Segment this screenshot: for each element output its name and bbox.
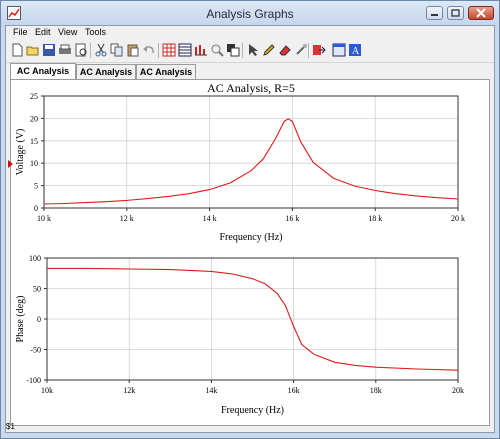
window-icon[interactable] xyxy=(332,43,346,57)
menu-edit[interactable]: Edit xyxy=(35,27,51,37)
analysis-window: Analysis Graphs File Edit View Tools A A… xyxy=(0,0,500,439)
menu-file[interactable]: File xyxy=(13,27,28,37)
zoom-icon[interactable] xyxy=(210,43,224,57)
y-tick-label: -50 xyxy=(30,346,41,355)
copy-icon[interactable] xyxy=(110,43,124,57)
undo-icon[interactable] xyxy=(142,43,156,57)
bar-chart-icon[interactable] xyxy=(194,43,208,57)
status-text: $1 xyxy=(6,422,15,431)
print-preview-icon[interactable] xyxy=(74,43,88,57)
x-axis-label: Frequency (Hz) xyxy=(219,232,282,243)
menu-bar: File Edit View Tools xyxy=(6,26,494,40)
cursor-marker[interactable] xyxy=(8,160,13,168)
new-icon[interactable] xyxy=(10,43,24,57)
client-area: File Edit View Tools A AC Analysis AC An… xyxy=(5,25,495,433)
window-title: Analysis Graphs xyxy=(206,7,294,21)
minimize-icon xyxy=(431,14,438,16)
toolbar-separator xyxy=(90,43,91,58)
graph-panel: 10 k 12 k 14 k 16 k 18 k 20 k 0 5 10 15 20 25 AC Ana… xyxy=(10,79,490,426)
maximize-button[interactable] xyxy=(447,6,464,20)
title-bar[interactable]: Analysis Graphs xyxy=(1,1,499,27)
print-icon[interactable] xyxy=(58,43,72,57)
grid-icon[interactable] xyxy=(162,43,176,57)
y-tick-label: -100 xyxy=(26,376,41,385)
x-tick-label: 10 k xyxy=(37,214,51,223)
tools-icon[interactable] xyxy=(294,43,308,57)
toolbar-separator xyxy=(308,43,309,58)
y-tick-label: 5 xyxy=(34,182,38,191)
minimize-button[interactable] xyxy=(426,6,443,20)
save-icon[interactable] xyxy=(42,43,56,57)
x-tick-label: 14k xyxy=(205,386,217,395)
y-tick-label: 50 xyxy=(33,285,41,294)
menu-tools[interactable]: Tools xyxy=(85,27,106,37)
y-axis-label: Voltage (V) xyxy=(15,129,26,176)
tab-ac-analysis-2[interactable]: AC Analysis xyxy=(76,64,136,79)
y-tick-label: 25 xyxy=(30,92,38,101)
table-icon[interactable] xyxy=(178,43,192,57)
y-tick-label: 0 xyxy=(34,204,38,213)
y-tick-label: 20 xyxy=(30,114,38,123)
cut-icon[interactable] xyxy=(94,43,108,57)
close-button[interactable] xyxy=(468,6,494,20)
x-tick-label: 12 k xyxy=(120,214,134,223)
help-icon[interactable]: A xyxy=(348,43,362,57)
maximize-icon xyxy=(451,9,460,17)
y-axis-label: Phase (deg) xyxy=(15,296,26,343)
erase-icon[interactable] xyxy=(278,43,292,57)
x-tick-label: 20k xyxy=(452,386,464,395)
x-tick-label: 18k xyxy=(370,386,382,395)
menu-view[interactable]: View xyxy=(58,27,77,37)
tab-ac-analysis-3[interactable]: AC Analysis xyxy=(136,64,196,79)
x-axis-label: Frequency (Hz) xyxy=(221,405,284,416)
close-icon xyxy=(476,8,486,18)
pencil-icon[interactable] xyxy=(262,43,276,57)
toolbar-separator xyxy=(158,43,159,58)
pointer-icon[interactable] xyxy=(246,43,260,57)
export-icon[interactable] xyxy=(312,43,326,57)
x-tick-label: 12k xyxy=(123,386,135,395)
copy-graph-icon[interactable] xyxy=(226,43,240,57)
x-tick-label: 20 k xyxy=(451,214,465,223)
y-tick-label: 100 xyxy=(29,254,41,263)
tab-ac-analysis-1[interactable]: AC Analysis xyxy=(10,63,76,80)
paste-icon[interactable] xyxy=(126,43,140,57)
y-tick-label: 15 xyxy=(30,137,38,146)
open-icon[interactable] xyxy=(26,43,40,57)
x-tick-label: 14 k xyxy=(203,214,217,223)
toolbar: A xyxy=(6,40,494,63)
x-tick-label: 16 k xyxy=(285,214,299,223)
svg-text:A: A xyxy=(352,46,360,57)
graphs-canvas: 10 k 12 k 14 k 16 k 18 k 20 k 0 5 10 15 20 25 AC Ana… xyxy=(15,81,465,416)
x-tick-label: 10k xyxy=(41,386,53,395)
y-tick-label: 0 xyxy=(37,315,41,324)
chart-title: AC Analysis, R=5 xyxy=(207,81,295,95)
toolbar-separator xyxy=(242,43,243,58)
y-tick-label: 10 xyxy=(30,159,38,168)
x-tick-label: 18 k xyxy=(368,214,382,223)
x-tick-label: 16k xyxy=(288,386,300,395)
voltage-trace xyxy=(43,118,459,205)
plot-frame xyxy=(43,95,459,209)
